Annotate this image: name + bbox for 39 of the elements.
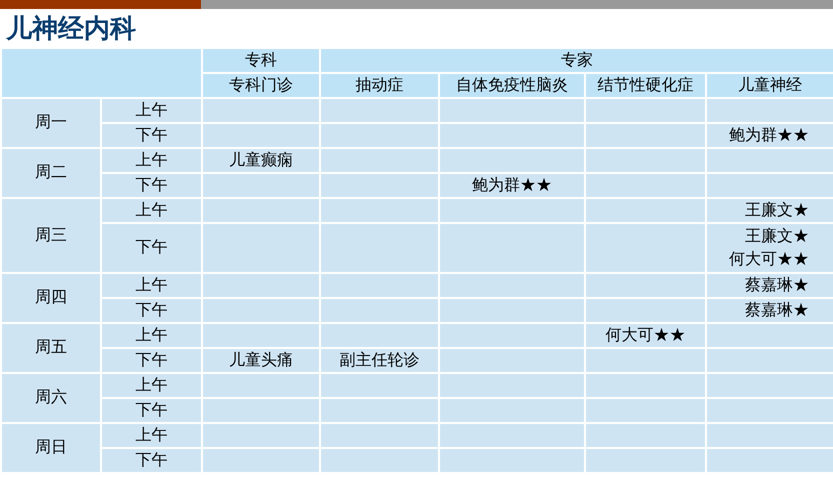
header-cell: 专家 (320, 48, 833, 73)
table-cell: 何大可★★ (585, 323, 706, 348)
header-cell: 儿童神经 (706, 73, 833, 98)
table-cell: 鲍为群★★ (706, 123, 833, 148)
day-cell: 周三 (1, 198, 101, 273)
day-cell: 周六 (1, 373, 101, 423)
day-cell: 周四 (1, 273, 101, 323)
time-cell: 下午 (101, 123, 202, 148)
table-cell: 蔡嘉琳★ (706, 298, 833, 323)
time-cell: 上午 (101, 323, 202, 348)
page-title: 儿神经内科 (6, 15, 136, 41)
time-cell: 下午 (101, 398, 202, 423)
table-cell: 蔡嘉琳★ (706, 273, 833, 298)
time-cell: 下午 (101, 448, 202, 473)
header-cell: 专科 (202, 48, 320, 73)
time-cell: 下午 (101, 348, 202, 373)
day-cell: 周二 (1, 148, 101, 198)
time-cell: 上午 (101, 423, 202, 448)
day-cell: 周五 (1, 323, 101, 373)
time-cell: 下午 (101, 298, 202, 323)
day-cell: 周一 (1, 98, 101, 148)
table-cell: 儿童癫痫 (202, 148, 320, 173)
header-cell: 结节性硬化症 (585, 73, 706, 98)
time-cell: 下午 (101, 223, 202, 273)
table-cell: 儿童头痛 (202, 348, 320, 373)
table-cell: 王廉文★ 何大可★★ (706, 223, 833, 273)
time-cell: 下午 (101, 173, 202, 198)
time-cell: 上午 (101, 98, 202, 123)
table-cell: 王廉文★ (706, 198, 833, 223)
table-cell: 副主任轮诊 (320, 348, 439, 373)
time-cell: 上午 (101, 373, 202, 398)
time-cell: 上午 (101, 148, 202, 173)
header-cell: 专科门诊 (202, 73, 320, 98)
table-cell: 鲍为群★★ (439, 173, 585, 198)
day-cell: 周日 (1, 423, 101, 473)
header-cell: 抽动症 (320, 73, 439, 98)
time-cell: 上午 (101, 198, 202, 223)
time-cell: 上午 (101, 273, 202, 298)
header-cell: 自体免疫性脑炎 (439, 73, 585, 98)
